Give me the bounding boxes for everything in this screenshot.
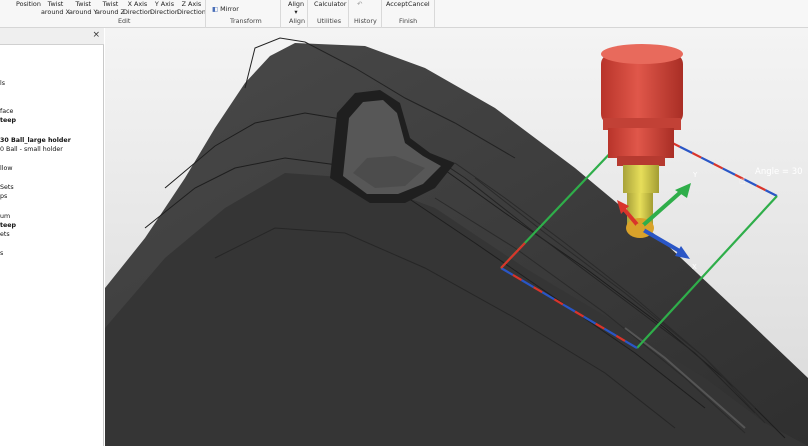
hand-cursor-icon: ☝ [739, 174, 746, 187]
tree-item[interactable]: face [0, 108, 13, 115]
group-separator [307, 0, 308, 28]
group-label-finish: Finish [399, 17, 418, 25]
group-label-edit: Edit [118, 17, 131, 25]
mirror-icon: ◧ [212, 5, 221, 13]
3d-viewport[interactable]: X Y Angle = 30 ☝ [105, 28, 808, 446]
axis-x-label: X [692, 263, 697, 271]
group-separator [381, 0, 382, 28]
group-label-transform: Transform [230, 17, 262, 25]
z-axis-direction-button[interactable]: Z Axis Direction [177, 0, 206, 16]
twist-around-y-button[interactable]: Twist around Y [69, 0, 97, 16]
position-button[interactable]: Position [16, 0, 41, 9]
undo-button[interactable]: ↶ [357, 0, 362, 9]
group-separator [348, 0, 349, 28]
part-model[interactable] [105, 37, 808, 446]
panel-header: × [0, 28, 104, 45]
close-icon[interactable]: × [92, 30, 100, 40]
explorer-panel: × ls face teep 30 Ball_large holder 0 Ba… [0, 28, 104, 446]
tree-item[interactable]: ps [0, 193, 7, 200]
group-label-utilities: Utilities [317, 17, 342, 25]
tree-item-tool-large-holder[interactable]: 30 Ball_large holder [0, 137, 71, 144]
align-button[interactable]: Align ▾ [288, 0, 304, 16]
y-axis-direction-button[interactable]: Y Axis Direction [150, 0, 179, 16]
angle-readout: Angle = 30 [755, 167, 803, 177]
tree-item[interactable]: ets [0, 231, 10, 238]
accept-button[interactable]: Accept [386, 0, 408, 9]
tree-item[interactable]: teep [0, 117, 16, 124]
group-label-align: Align [289, 17, 306, 25]
tree-item[interactable]: ls [0, 80, 5, 87]
tree-item-tool-small-holder[interactable]: 0 Ball - small holder [0, 146, 63, 153]
ribbon-toolbar: Position Twist around X Twist around Y Twi… [0, 0, 808, 28]
tree-item[interactable]: llow [0, 165, 13, 172]
calculator-button[interactable]: Calculator [314, 0, 346, 9]
tree-item[interactable]: Sets [0, 184, 14, 191]
tree-item[interactable]: um [0, 213, 10, 220]
tree-item[interactable]: s [0, 250, 3, 257]
x-axis-direction-button[interactable]: X Axis Direction [123, 0, 152, 16]
group-label-history: History [354, 17, 377, 25]
group-separator [434, 0, 435, 28]
twist-around-z-button[interactable]: Twist around Z [96, 0, 125, 16]
axis-y-label: Y [692, 171, 698, 179]
twist-around-x-button[interactable]: Twist around X [41, 0, 70, 16]
mirror-button[interactable]: ◧ Mirror [212, 5, 239, 14]
group-separator [280, 0, 281, 28]
tree-item[interactable]: teep [0, 222, 16, 229]
group-separator [205, 0, 206, 28]
viewport-canvas[interactable]: X Y [105, 28, 808, 446]
cancel-button[interactable]: Cancel [408, 0, 430, 9]
